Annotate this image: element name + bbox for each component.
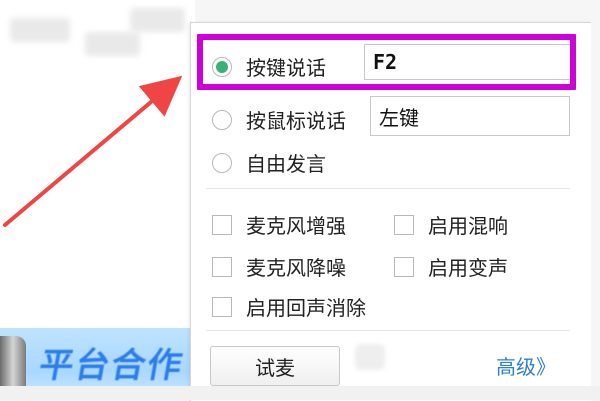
checkbox-label: 启用回声消除 (246, 296, 366, 320)
checkbox-mic-boost[interactable]: 麦克风增强 (212, 210, 346, 239)
checkbox-voice-changer[interactable]: 启用变声 (394, 252, 508, 281)
test-mic-button[interactable]: 试麦 (210, 346, 340, 386)
option-label: 自由发言 (246, 152, 326, 176)
checkbox-mic-boost-box[interactable] (212, 214, 232, 235)
checkbox-reverb-box[interactable] (394, 214, 414, 235)
radio-selected-dot (216, 60, 228, 73)
mouse-talk-button-field[interactable]: 左键 (370, 96, 570, 136)
radio-mouse-talk[interactable] (212, 109, 232, 130)
checkbox-label: 麦克风降噪 (246, 256, 346, 280)
checkbox-mic-noise-reduction-box[interactable] (212, 256, 232, 277)
option-mouse-talk[interactable]: 按鼠标说话 (212, 105, 346, 134)
blurred-background-text (85, 32, 140, 56)
checkbox-echo-cancellation[interactable]: 启用回声消除 (212, 292, 366, 321)
checkbox-reverb[interactable]: 启用混响 (394, 210, 508, 239)
checkbox-label: 麦克风增强 (246, 214, 346, 238)
option-label: 按键说话 (246, 56, 326, 80)
radio-free-speak[interactable] (212, 152, 232, 173)
checkbox-voice-changer-box[interactable] (394, 256, 414, 277)
push-to-talk-hotkey-field[interactable]: F2 (364, 44, 572, 80)
blurred-icon (355, 344, 385, 370)
divider (206, 188, 570, 189)
blurred-background-text (130, 8, 185, 32)
checkbox-echo-cancellation-box[interactable] (212, 296, 232, 317)
blurred-background-text (10, 18, 70, 42)
option-label: 按鼠标说话 (246, 109, 346, 133)
banner-image-text: 平台合作 (35, 346, 187, 386)
checkbox-label: 启用变声 (428, 256, 508, 280)
option-push-to-talk[interactable]: 按键说话 (212, 52, 326, 81)
checkbox-label: 启用混响 (428, 214, 508, 238)
option-free-speak[interactable]: 自由发言 (212, 148, 326, 177)
checkbox-mic-noise-reduction[interactable]: 麦克风降噪 (212, 252, 346, 281)
radio-push-to-talk[interactable] (212, 56, 232, 77)
advanced-settings-link[interactable]: 高级》 (496, 351, 556, 380)
bottom-strip (0, 386, 600, 400)
divider (206, 330, 570, 331)
